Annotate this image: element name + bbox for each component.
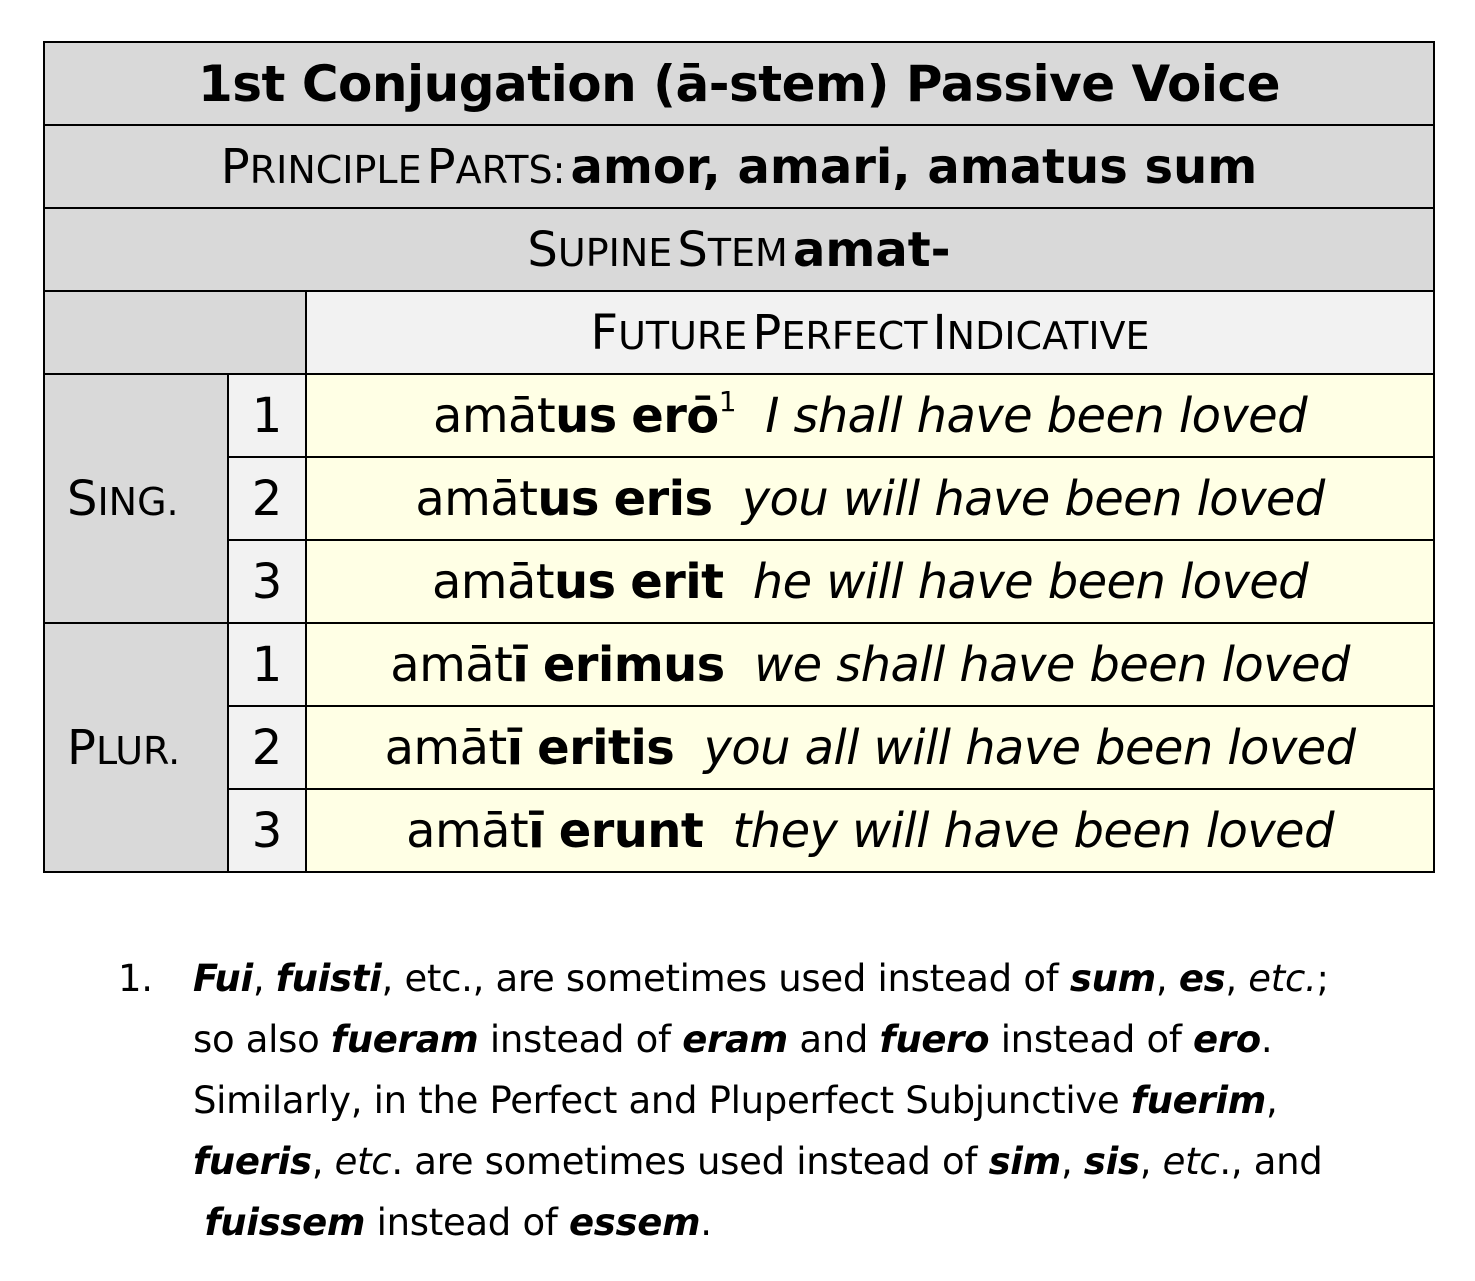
mood-header: FUTURE PERFECT INDICATIVE bbox=[304, 290, 1436, 375]
person-number: 3 bbox=[227, 539, 307, 624]
person-number: 2 bbox=[227, 705, 307, 790]
footnote-line: Fui, fuisti, etc., are sometimes used in… bbox=[193, 957, 1329, 1000]
supine-cell: SUPINE STEM amat- bbox=[42, 207, 1436, 292]
conjugation-table: 1st Conjugation (ā-stem) Passive Voice P… bbox=[42, 41, 1436, 873]
verb-form-cell: amātī erimus we shall have been loved bbox=[304, 622, 1436, 707]
supine-value: amat- bbox=[792, 221, 951, 278]
footnote-line: fuissem instead of essem. bbox=[204, 1201, 712, 1244]
footnote-marker: 1 bbox=[718, 384, 737, 418]
person-number: 1 bbox=[227, 373, 307, 458]
title-row: 1st Conjugation (ā-stem) Passive Voice bbox=[42, 41, 1436, 126]
verb-form-cell: amātī eritis you all will have been love… bbox=[304, 705, 1436, 790]
verb-form-cell: amātus eris you will have been loved bbox=[304, 456, 1436, 541]
corner-cell bbox=[43, 290, 307, 375]
person-number: 3 bbox=[227, 788, 307, 873]
table-row: 2 amātus eris you will have been loved bbox=[44, 456, 1436, 541]
footnote-number: 1. bbox=[118, 957, 153, 1000]
principal-parts-cell: PRINCIPLE PARTS: amor, amari, amatus sum bbox=[42, 124, 1436, 209]
table-title-cell: 1st Conjugation (ā-stem) Passive Voice bbox=[42, 41, 1436, 126]
table-row: SING. 1 amātus erō1 I shall have been lo… bbox=[43, 373, 1436, 624]
table-row: 2 amātī eritis you all will have been lo… bbox=[44, 705, 1436, 790]
singular-label: SING. bbox=[43, 373, 229, 624]
footnote-line: fueris, etc. are sometimes used instead … bbox=[193, 1140, 1323, 1183]
table-title: 1st Conjugation (ā-stem) Passive Voice bbox=[197, 54, 1281, 113]
table-row: 3 amātī erunt they will have been loved bbox=[44, 788, 1436, 873]
principal-parts-label: PRINCIPLE PARTS: bbox=[220, 138, 566, 195]
mood-header-row: FUTURE PERFECT INDICATIVE bbox=[43, 290, 1436, 375]
person-number: 1 bbox=[227, 622, 307, 707]
principal-parts-value: amor, amari, amatus sum bbox=[570, 138, 1258, 195]
footnote-line: so also fueram instead of eram and fuero… bbox=[193, 1018, 1273, 1061]
table-row: 3 amātus erit he will have been loved bbox=[44, 539, 1436, 624]
footnote-text: Fui, fuisti, etc., are sometimes used in… bbox=[193, 948, 1423, 1253]
supine-row: SUPINE STEM amat- bbox=[42, 207, 1436, 292]
verb-form-cell: amātī erunt they will have been loved bbox=[304, 788, 1436, 873]
supine-label: SUPINE STEM bbox=[527, 221, 788, 278]
principal-parts-row: PRINCIPLE PARTS: amor, amari, amatus sum bbox=[42, 124, 1436, 209]
verb-form-cell: amātus erō1 I shall have been loved bbox=[304, 373, 1436, 458]
person-number: 2 bbox=[227, 456, 307, 541]
table-row: PLUR. 1 amātī erimus we shall have been … bbox=[43, 622, 1436, 873]
verb-form-cell: amātus erit he will have been loved bbox=[304, 539, 1436, 624]
footnote-line: Similarly, in the Perfect and Pluperfect… bbox=[193, 1079, 1278, 1122]
plural-label: PLUR. bbox=[43, 622, 229, 873]
